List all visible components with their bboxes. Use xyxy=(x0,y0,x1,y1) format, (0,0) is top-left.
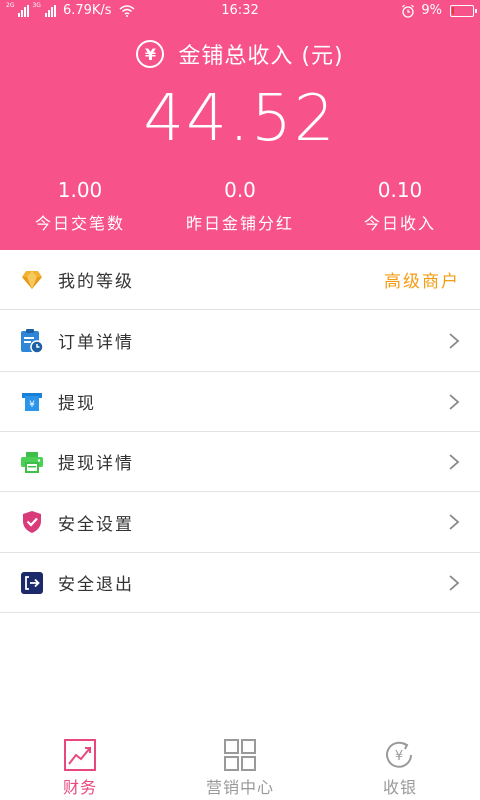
tab-marketing-center[interactable]: 营销中心 xyxy=(160,730,320,800)
stat-yesterday-dividend: 0.0 昨日金铺分红 xyxy=(160,176,320,234)
total-income: 44.52 xyxy=(143,82,337,156)
shield-check-icon xyxy=(20,510,44,534)
chart-trend-icon xyxy=(64,739,96,771)
stat-value: 0.10 xyxy=(377,178,423,202)
menu-label: 提现详情 xyxy=(58,454,134,474)
stat-today-transactions: 1.00 今日交笔数 xyxy=(0,176,160,234)
income-title: 金铺总收入 (元) xyxy=(178,44,344,69)
tab-label: 财务 xyxy=(62,778,97,797)
chevron-right-icon xyxy=(449,453,460,470)
diamond-icon xyxy=(20,268,44,292)
svg-text:¥: ¥ xyxy=(29,400,35,410)
tab-label: 营销中心 xyxy=(205,778,274,797)
menu-label: 我的等级 xyxy=(58,272,134,292)
stat-label: 昨日金铺分红 xyxy=(185,214,294,233)
menu-item-level[interactable]: 我的等级 高级商户 xyxy=(0,250,480,310)
status-bar: 2G 3G 6.79K/s 16:32 9% xyxy=(0,0,480,22)
battery-percent: 9% xyxy=(421,3,442,18)
menu-item-withdraw-details[interactable]: 提现详情 xyxy=(0,432,480,492)
menu-label: 订单详情 xyxy=(58,333,134,353)
chevron-right-icon xyxy=(449,332,460,349)
menu-item-logout[interactable]: 安全退出 xyxy=(0,553,480,613)
menu-label: 提现 xyxy=(58,394,96,414)
battery-icon xyxy=(450,4,477,17)
stat-value: 0.0 xyxy=(224,178,256,202)
cashier-icon: ¥ xyxy=(386,741,412,768)
printer-icon xyxy=(20,450,44,474)
merchant-level-value: 高级商户 xyxy=(384,272,460,292)
clipboard-clock-icon xyxy=(20,328,44,354)
stat-today-income: 0.10 今日收入 xyxy=(320,176,480,234)
battery-level xyxy=(452,6,454,14)
income-title-row: ¥ 金铺总收入 (元) xyxy=(0,38,480,70)
stat-label: 今日交笔数 xyxy=(34,214,125,233)
alarm-icon xyxy=(402,4,415,18)
stat-value: 1.00 xyxy=(57,178,103,202)
income-header: 2G 3G 6.79K/s 16:32 9% ¥ 金铺总收入 (元) 44.52… xyxy=(0,0,480,250)
menu-item-withdraw[interactable]: ¥ 提现 xyxy=(0,372,480,432)
stat-label: 今日收入 xyxy=(363,214,436,233)
grid-icon xyxy=(224,739,256,771)
chevron-right-icon xyxy=(449,514,460,530)
menu-label: 安全设置 xyxy=(58,514,134,535)
yen-box-icon: ¥ xyxy=(20,390,44,414)
chevron-right-icon xyxy=(449,574,460,591)
menu-item-order-details[interactable]: 订单详情 xyxy=(0,310,480,372)
tab-cashier[interactable]: ¥ 收银 xyxy=(320,730,480,800)
status-right: 9% xyxy=(401,3,477,18)
svg-text:¥: ¥ xyxy=(395,749,403,764)
exit-icon xyxy=(20,571,44,595)
tab-finance[interactable]: 财务 xyxy=(0,730,160,800)
menu-item-security[interactable]: 安全设置 xyxy=(0,492,480,553)
tab-label: 收银 xyxy=(382,778,417,797)
menu-label: 安全退出 xyxy=(58,575,134,595)
yen-circle-icon: ¥ xyxy=(136,40,165,68)
income-stats: 1.00 今日交笔数 0.0 昨日金铺分红 0.10 今日收入 xyxy=(0,176,480,234)
account-menu: 我的等级 高级商户 订单详情 ¥ 提现 提现详情 安全设置 安全退出 xyxy=(0,250,480,613)
bottom-navigation: 财务 营销中心 ¥ 收银 xyxy=(0,730,480,800)
chevron-right-icon xyxy=(449,393,460,410)
